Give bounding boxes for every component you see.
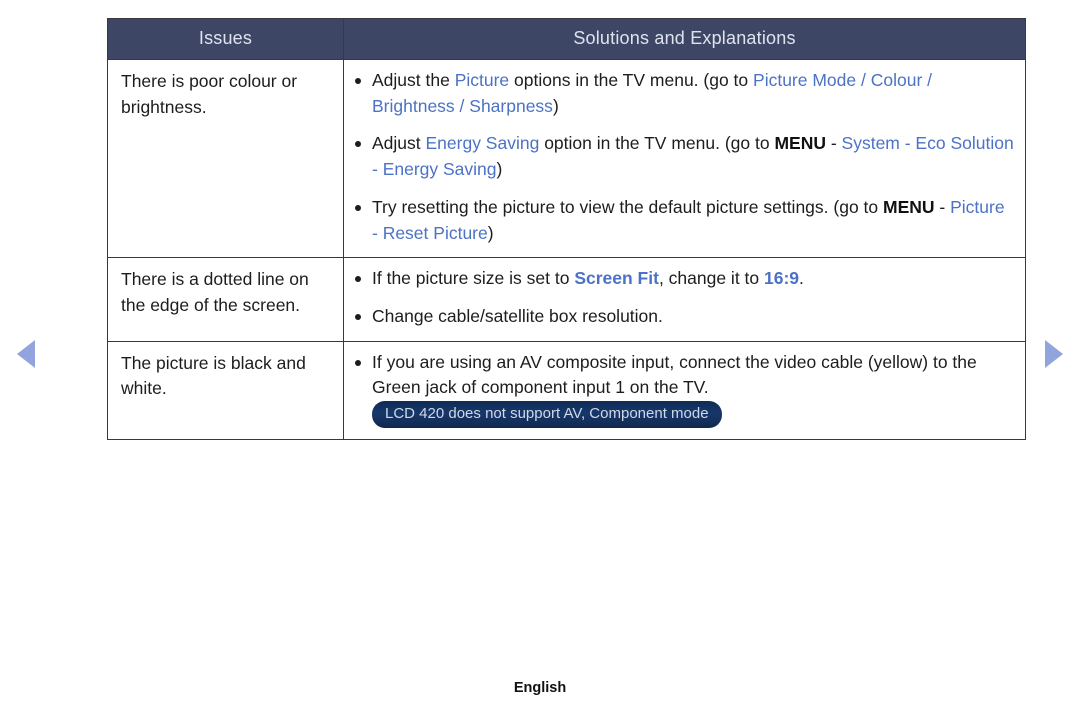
solution-cell: If the picture size is set to Screen Fit… [343,257,1026,342]
column-header-solutions: Solutions and Explanations [343,18,1026,60]
highlighted-term: Energy Saving [425,133,540,154]
highlighted-term: 16:9 [764,268,800,289]
issue-cell: There is a dotted line on the edge of th… [107,257,344,342]
troubleshooting-table-wrapper: Issues Solutions and Explanations There … [107,18,1026,441]
highlighted-term: Screen Fit [574,268,659,289]
issue-cell: There is poor colour or brightness. [107,58,344,259]
table-row: The picture is black and white. If you ar… [107,340,1026,441]
troubleshooting-table: Issues Solutions and Explanations There … [107,18,1026,441]
page-footer-language: English [513,680,567,696]
solution-bullet-list: Adjust the Picture options in the TV men… [352,68,1015,246]
table-header-row: Issues Solutions and Explanations [107,18,1026,60]
table-row: There is poor colour or brightness. Adjus… [107,58,1026,259]
solution-bullet-list: If you are using an AV composite input, … [352,350,1015,429]
highlighted-term: MENU [774,133,826,154]
highlighted-term: MENU [883,196,935,217]
solution-bullet-item: Try resetting the picture to view the de… [352,195,1015,246]
solution-bullet-item: Adjust Energy Saving option in the TV me… [352,131,1015,182]
highlighted-term: Picture [454,70,510,90]
solution-cell: If you are using an AV composite input, … [343,340,1026,441]
next-page-arrow-icon[interactable] [1045,340,1063,368]
prev-page-arrow-icon[interactable] [17,340,35,368]
note-badge: LCD 420 does not support AV, Component m… [372,401,722,429]
manual-page: Issues Solutions and Explanations There … [0,0,1080,705]
solution-bullet-item: Change cable/satellite box resolution. [352,304,1015,330]
solution-bullet-item: If you are using an AV composite input, … [352,350,1015,429]
solution-bullet-item: If the picture size is set to Screen Fit… [352,266,1015,292]
solution-bullet-list: If the picture size is set to Screen Fit… [352,266,1015,329]
column-header-issues: Issues [107,18,344,60]
solution-cell: Adjust the Picture options in the TV men… [343,58,1026,259]
issue-cell: The picture is black and white. [107,340,344,441]
solution-bullet-item: Adjust the Picture options in the TV men… [352,68,1015,119]
table-row: There is a dotted line on the edge of th… [107,257,1026,342]
table-body: There is poor colour or brightness. Adjus… [107,58,1026,441]
